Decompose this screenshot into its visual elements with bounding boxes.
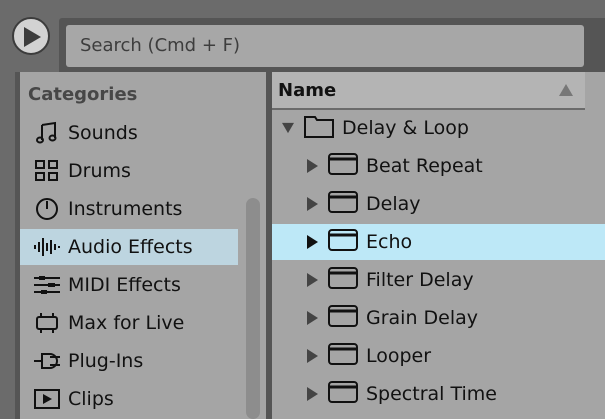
sidebar-item-midi-effects[interactable]: MIDI Effects: [20, 267, 238, 303]
device-icon: [328, 228, 358, 256]
play-icon: [24, 27, 41, 47]
expand-arrow-right-icon[interactable]: [306, 273, 318, 287]
list-row-label: Spectral Time: [366, 383, 497, 405]
expand-arrow-right-icon[interactable]: [306, 159, 318, 173]
list-row-label: Grain Delay: [366, 307, 479, 329]
column-header-label: Name: [278, 80, 337, 101]
expand-arrow-right-icon[interactable]: [306, 235, 318, 249]
sidebar-item-label: Max for Live: [68, 312, 185, 334]
device-icon: [328, 380, 358, 408]
plug-icon: [30, 348, 64, 374]
expand-arrow-right-icon[interactable]: [306, 387, 318, 401]
sidebar-item-label: Drums: [68, 160, 131, 182]
list-row[interactable]: Grain Delay: [272, 300, 605, 336]
list-row-label: Filter Delay: [366, 269, 474, 291]
list-row[interactable]: Spectral Time: [272, 376, 605, 412]
list-row-label: Delay & Loop: [342, 117, 469, 139]
audio-waveform-icon: [30, 234, 64, 260]
categories-sidebar: Categories Sounds Drums Instruments Audi…: [20, 72, 266, 419]
name-column-header[interactable]: Name: [272, 72, 585, 110]
sidebar-item-drums[interactable]: Drums: [20, 153, 238, 189]
sidebar-item-max-for-live[interactable]: Max for Live: [20, 305, 238, 341]
device-icon: [328, 190, 358, 218]
expand-arrow-right-icon[interactable]: [306, 349, 318, 363]
sidebar-item-label: MIDI Effects: [68, 274, 181, 296]
list-row-label: Echo: [366, 231, 413, 253]
device-icon: [328, 152, 358, 180]
device-icon: [328, 342, 358, 370]
sidebar-item-label: Audio Effects: [68, 236, 193, 258]
sidebar-item-sounds[interactable]: Sounds: [20, 115, 238, 151]
device-icon: [328, 304, 358, 332]
list-row[interactable]: Looper: [272, 338, 605, 374]
clip-icon: [30, 386, 64, 412]
sidebar-scrollbar[interactable]: [246, 198, 260, 419]
expand-arrow-right-icon[interactable]: [306, 311, 318, 325]
list-row[interactable]: Filter Delay: [272, 262, 605, 298]
list-row-label: Delay: [366, 193, 421, 215]
folder-icon: [304, 114, 334, 142]
sidebar-item-clips[interactable]: Clips: [20, 381, 238, 417]
sidebar-item-label: Plug-Ins: [68, 350, 144, 372]
device-icon: [328, 266, 358, 294]
music-note-icon: [30, 120, 64, 146]
preview-play-button[interactable]: [12, 17, 50, 55]
expand-arrow-right-icon[interactable]: [306, 197, 318, 211]
max-for-live-icon: [30, 310, 64, 336]
sidebar-item-label: Sounds: [68, 122, 138, 144]
list-row-label: Beat Repeat: [366, 155, 483, 177]
list-row[interactable]: Delay: [272, 186, 605, 222]
sidebar-item-label: Instruments: [68, 198, 183, 220]
list-row-folder[interactable]: Delay & Loop: [272, 110, 595, 146]
browser-list: Name Delay & Loop Beat Repeat Delay Echo…: [272, 72, 605, 419]
list-row[interactable]: Beat Repeat: [272, 148, 605, 184]
sidebar-item-instruments[interactable]: Instruments: [20, 191, 238, 227]
expand-arrow-down-icon[interactable]: [282, 121, 294, 135]
list-row-label: Looper: [366, 345, 432, 367]
instrument-knob-icon: [30, 196, 64, 222]
drum-pad-grid-icon: [30, 158, 64, 184]
sidebar-item-label: Clips: [68, 388, 114, 410]
search-input[interactable]: Search (Cmd + F): [66, 25, 584, 67]
list-row-selected[interactable]: Echo: [272, 224, 605, 260]
sidebar-item-plug-ins[interactable]: Plug-Ins: [20, 343, 238, 379]
sort-ascending-icon[interactable]: [559, 84, 573, 96]
categories-title: Categories: [28, 84, 138, 105]
midi-effects-icon: [30, 272, 64, 298]
sidebar-item-audio-effects[interactable]: Audio Effects: [20, 229, 238, 265]
